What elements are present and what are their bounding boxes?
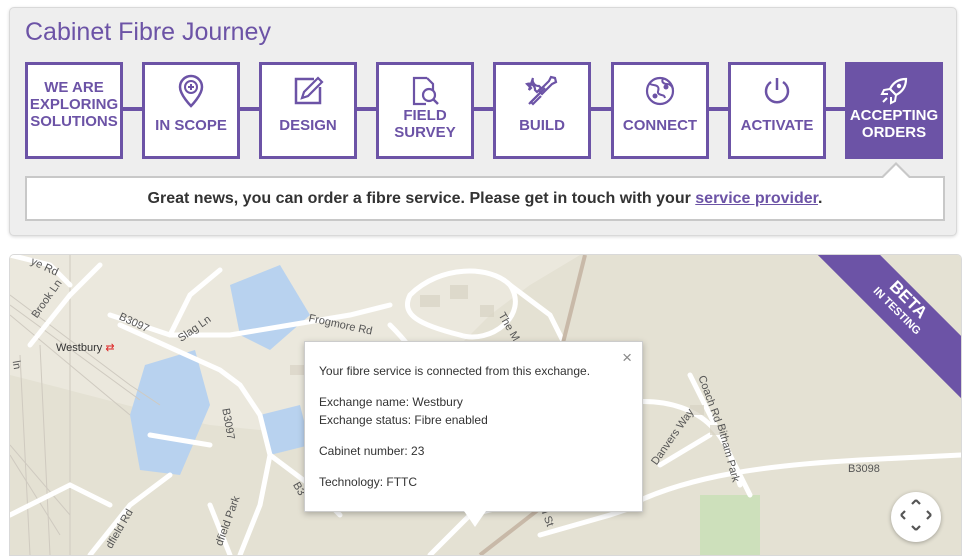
map-label-westbury: Westbury ⇄ bbox=[56, 342, 115, 354]
expand-arrows-icon bbox=[897, 496, 935, 539]
step-label: ACCEPTING ORDERS bbox=[849, 107, 939, 141]
journey-title: Cabinet Fibre Journey bbox=[25, 18, 271, 46]
step-activate: ACTIVATE bbox=[728, 62, 826, 159]
globe-icon bbox=[614, 73, 706, 109]
rail-station-icon: ⇄ bbox=[105, 342, 115, 354]
step-label: DESIGN bbox=[279, 117, 337, 134]
step-design: DESIGN bbox=[259, 62, 357, 159]
step-label: BUILD bbox=[519, 117, 565, 134]
document-search-icon bbox=[379, 73, 471, 109]
step-build: BUILD bbox=[493, 62, 591, 159]
step-label: WE ARE EXPLORING SOLUTIONS bbox=[29, 79, 119, 130]
step-connect: CONNECT bbox=[611, 62, 709, 159]
map-pin-plus-icon bbox=[145, 73, 237, 109]
status-message: Great news, you can order a fibre servic… bbox=[25, 176, 945, 221]
rocket-icon bbox=[848, 73, 940, 109]
message-suffix: . bbox=[818, 190, 823, 207]
power-icon bbox=[731, 73, 823, 109]
pencil-square-icon bbox=[262, 73, 354, 109]
popup-intro: Your fibre service is connected from thi… bbox=[319, 364, 591, 378]
step-label: FIELD SURVEY bbox=[394, 107, 456, 141]
service-provider-link[interactable]: service provider bbox=[695, 190, 818, 207]
step-accepting-orders: ACCEPTING ORDERS bbox=[845, 62, 943, 159]
step-label: ACTIVATE bbox=[740, 117, 814, 134]
step-label: IN SCOPE bbox=[155, 117, 227, 134]
message-text: Great news, you can order a fibre servic… bbox=[147, 190, 696, 207]
exchange-status: Exchange status: Fibre enabled bbox=[319, 413, 488, 427]
exchange-info-popup: × Your fibre service is connected from t… bbox=[304, 341, 643, 512]
step-exploring-solutions: WE ARE EXPLORING SOLUTIONS bbox=[25, 62, 123, 159]
close-icon[interactable]: × bbox=[622, 348, 632, 368]
fibre-journey-panel: Cabinet Fibre Journey WE ARE EXPLORING S… bbox=[9, 7, 957, 236]
map-label-road: B3098 bbox=[848, 463, 880, 475]
wrench-screwdriver-icon bbox=[496, 73, 588, 109]
message-pointer-fill bbox=[882, 165, 910, 179]
cabinet-number: Cabinet number: 23 bbox=[319, 444, 425, 458]
step-in-scope: IN SCOPE bbox=[142, 62, 240, 159]
technology: Technology: FTTC bbox=[319, 475, 418, 489]
popup-pointer bbox=[464, 511, 486, 527]
exchange-name: Exchange name: Westbury bbox=[319, 395, 463, 409]
fullscreen-button[interactable] bbox=[891, 492, 941, 542]
step-field-survey: FIELD SURVEY bbox=[376, 62, 474, 159]
step-label: CONNECT bbox=[622, 117, 698, 134]
